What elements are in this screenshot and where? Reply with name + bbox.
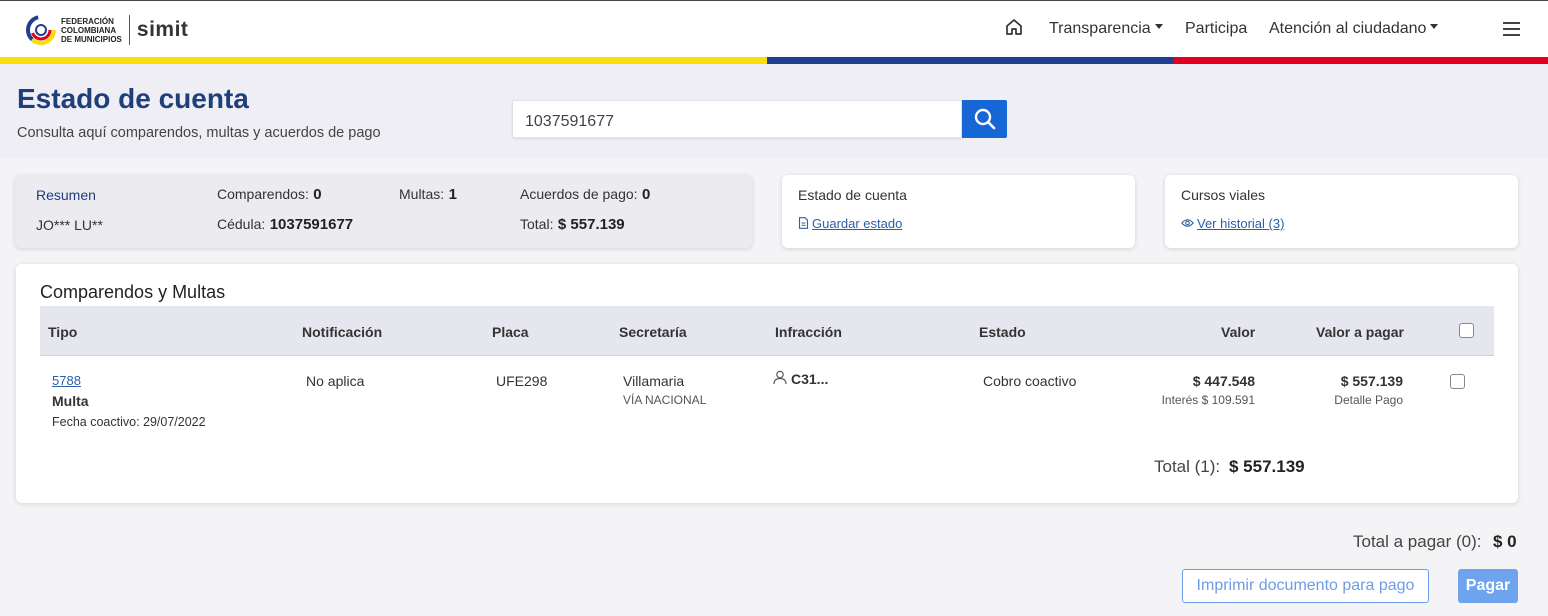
search-button[interactable] [962,100,1007,138]
eye-icon [1181,219,1194,227]
acuerdos-label: Acuerdos de pago: [520,186,638,202]
comparendos-value: 0 [313,186,322,203]
home-icon[interactable] [1004,17,1024,37]
total-pagar-label: Total a pagar (0): [1353,532,1482,551]
col-notificacion: Notificación [302,324,383,340]
guardar-estado-label: Guardar estado [812,216,903,231]
guardar-estado-link[interactable]: Guardar estado [798,215,902,233]
flag-bar [0,57,1548,64]
cedula-label: Cédula: [217,216,266,232]
table-title: Comparendos y Multas [40,282,226,302]
table-header: Tipo Notificación Placa Secretaría Infra… [40,306,1494,356]
search-icon [974,108,995,130]
chevron-down-icon [1154,24,1163,30]
total-pagar-value: $ 0 [1493,532,1517,551]
nav-atencion-label: Atención al ciudadano [1269,20,1427,37]
cedula: Cédula: 1037591677 [217,216,353,234]
col-estado: Estado [979,324,1026,340]
page-title: Estado de cuenta [17,83,249,114]
col-infraccion: Infracción [775,324,842,340]
person-icon [773,370,787,385]
row-placa: UFE298 [496,373,548,389]
page-subtitle: Consulta aquí comparendos, multas y acue… [17,125,381,141]
comparendo-id-link[interactable]: 5788 [52,373,81,388]
estado-card-title: Estado de cuenta [798,187,907,203]
table-total-value: $ 557.139 [1229,457,1305,476]
nav-participa[interactable]: Participa [1185,20,1247,38]
resumen-card: Resumen JO*** LU** Comparendos: 0 Cédula… [15,175,752,248]
row-infraccion[interactable]: C31... [773,370,828,387]
row-valor: $ 447.548 [1192,373,1255,389]
row-infraccion-code: C31... [791,371,829,387]
top-header: FEDERACIÓN COLOMBIANA DE MUNICIPIOS simi… [0,0,1548,58]
row-valor-pagar: $ 557.139 [1340,373,1403,389]
comparendos-label: Comparendos: [217,186,309,202]
flag-red [1173,57,1548,64]
comparendos-multas-card: Comparendos y Multas Tipo Notificación P… [16,264,1518,503]
nav-transparencia-label: Transparencia [1049,20,1151,37]
row-secretaria-sub: VÍA NACIONAL [623,393,707,407]
row-tipo: Multa [52,393,89,409]
search-input[interactable]: 1037591677 [512,100,962,138]
row-notificacion: No aplica [306,373,365,389]
logo-divider [128,15,130,45]
ver-historial-label: Ver historial (3) [1197,216,1285,231]
total-label: Total: [520,216,554,232]
nav-transparencia[interactable]: Transparencia [1049,20,1163,38]
cedula-value: 1037591677 [269,216,354,233]
owner-name: JO*** LU** [36,217,103,233]
print-document-button[interactable]: Imprimir documento para pago [1182,569,1429,603]
multas-count: Multas: 1 [399,186,457,204]
multas-value: 1 [448,186,457,203]
row-secretaria: Villamaria [623,373,685,389]
col-valor-pagar: Valor a pagar [1316,324,1404,340]
hamburger-menu-icon[interactable] [1503,22,1520,36]
logo[interactable]: FEDERACIÓN COLOMBIANA DE MUNICIPIOS simi… [25,10,188,50]
ver-historial-link[interactable]: Ver historial (3) [1181,215,1284,233]
row-estado: Cobro coactivo [983,373,1077,389]
nav-atencion[interactable]: Atención al ciudadano [1269,20,1439,38]
col-secretaria: Secretaría [619,324,687,340]
flag-yellow [0,57,767,64]
hero-section: Estado de cuenta Consulta aquí comparend… [0,64,1548,159]
row-checkbox[interactable] [1450,374,1465,389]
row-interes: Interés $ 109.591 [1161,393,1255,407]
cursos-viales-card: Cursos viales Ver historial (3) [1165,175,1518,248]
col-placa: Placa [492,324,529,340]
estado-cuenta-card: Estado de cuenta Guardar estado [782,175,1135,248]
chevron-down-icon [1430,24,1439,30]
table-total-label: Total (1): [1154,457,1221,476]
select-all-checkbox[interactable] [1459,323,1474,338]
document-icon [798,217,809,229]
federation-logo-icon [25,12,57,48]
resumen-total: Total: $ 557.139 [520,216,625,234]
col-valor: Valor [1221,324,1256,340]
total-value: $ 557.139 [557,216,625,233]
row-fecha-coactivo: Fecha coactivo: 29/07/2022 [52,415,206,429]
pay-button[interactable]: Pagar [1458,569,1518,603]
flag-blue [767,57,1173,64]
federation-name: FEDERACIÓN COLOMBIANA DE MUNICIPIOS [61,16,122,44]
row-detalle-pago[interactable]: Detalle Pago [1334,393,1403,407]
acuerdos-value: 0 [641,186,651,203]
col-tipo: Tipo [48,324,78,340]
acuerdos-count: Acuerdos de pago: 0 [520,186,650,204]
resumen-title: Resumen [36,187,96,203]
cursos-card-title: Cursos viales [1181,187,1266,203]
multas-label: Multas: [399,186,445,202]
simit-brand: simit [136,18,189,41]
comparendos-count: Comparendos: 0 [217,186,322,204]
